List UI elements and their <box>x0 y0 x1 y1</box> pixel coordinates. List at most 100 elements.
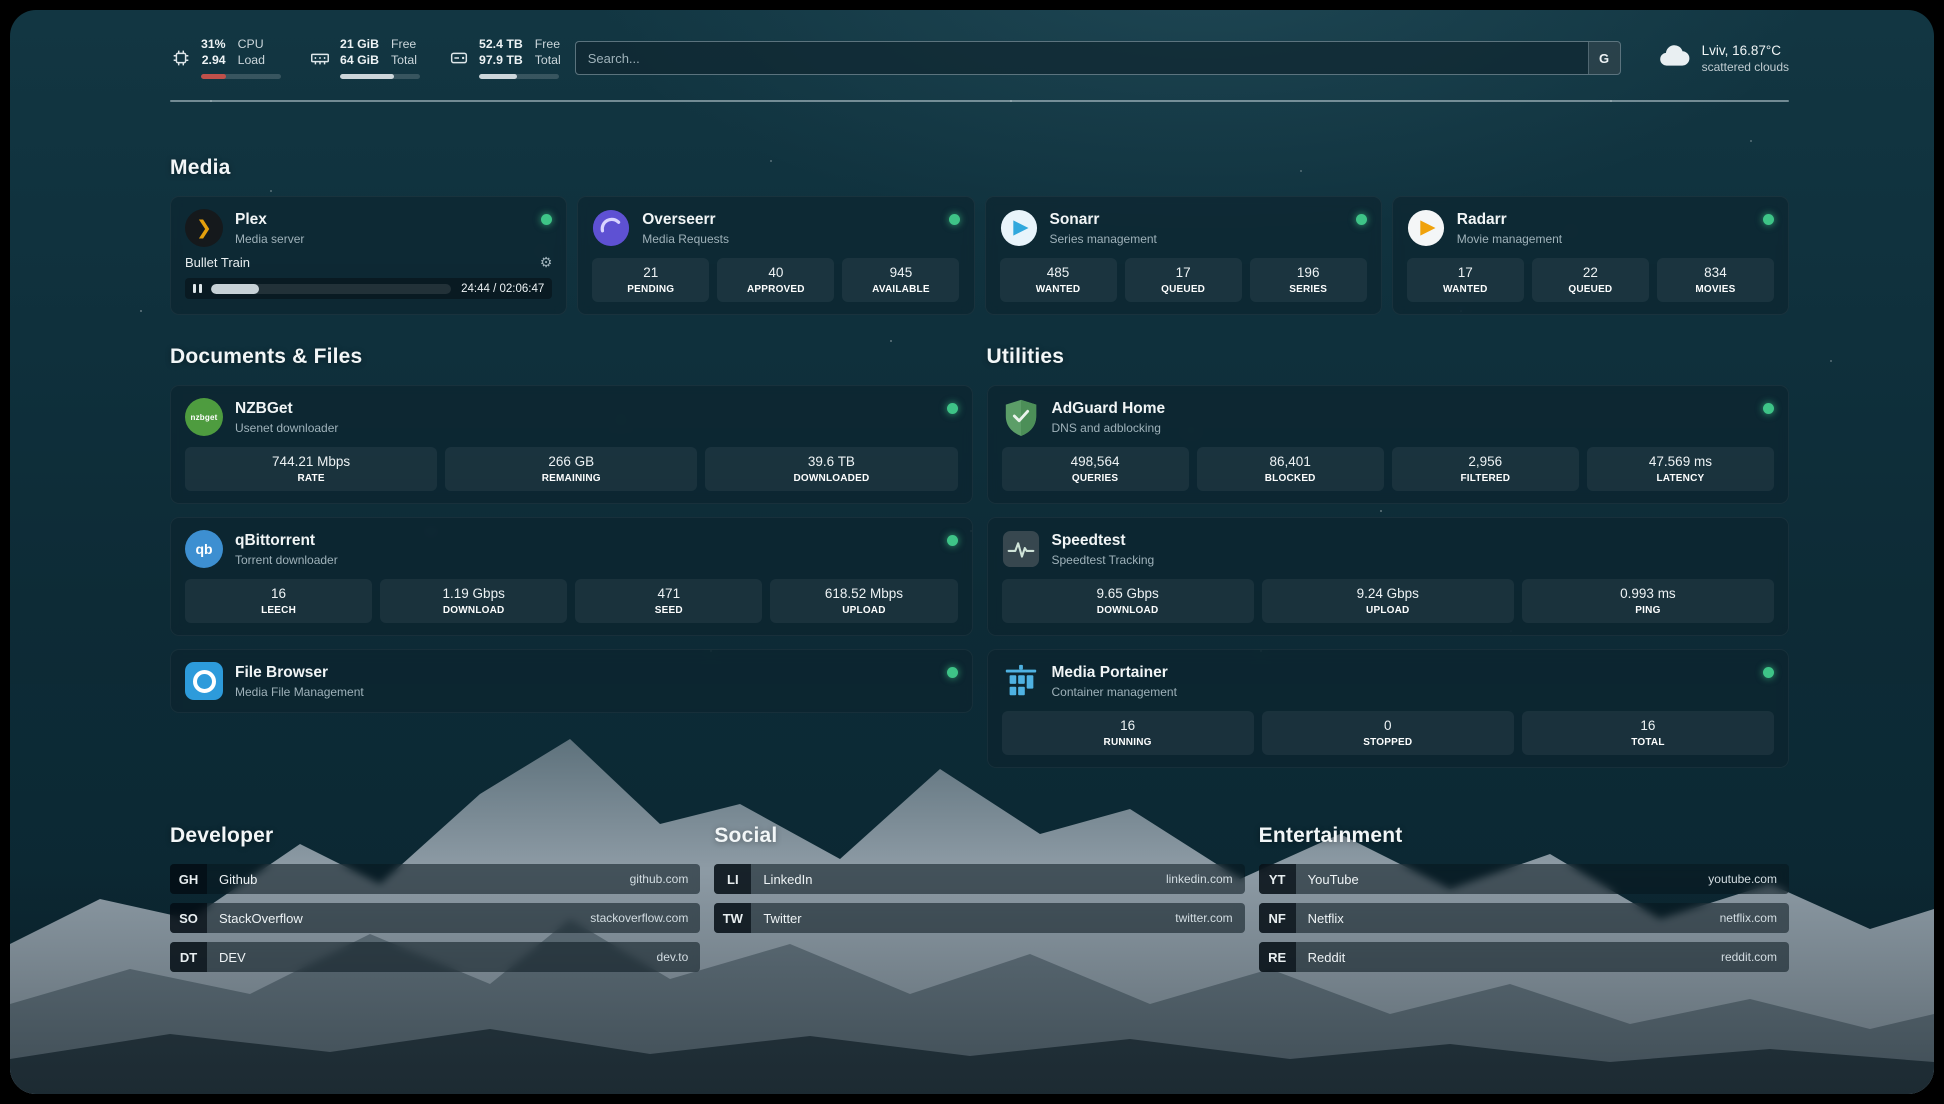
weather-condition: scattered clouds <box>1702 60 1789 74</box>
app-subtitle: Media server <box>235 232 304 246</box>
disk-icon <box>448 47 470 69</box>
bookmark-badge: GH <box>170 864 207 894</box>
stat-label: LATENCY <box>1593 473 1768 484</box>
status-dot <box>947 535 958 546</box>
stat-queued: 17 QUEUED <box>1125 258 1242 302</box>
stat-filtered: 2,956 FILTERED <box>1392 447 1579 491</box>
stat-label: LEECH <box>191 605 366 616</box>
bookmark-twitter[interactable]: TW Twitter twitter.com <box>714 903 1244 933</box>
app-title: Overseerr <box>642 211 729 229</box>
bookmark-badge: YT <box>1259 864 1296 894</box>
bookmark-name: YouTube <box>1308 872 1359 887</box>
stat-label: TOTAL <box>1528 737 1768 748</box>
cpu-icon <box>170 47 192 69</box>
bookmark-reddit[interactable]: RE Reddit reddit.com <box>1259 942 1789 972</box>
stat-pending: 21 PENDING <box>592 258 709 302</box>
stat-wanted: 17 WANTED <box>1407 258 1524 302</box>
app-subtitle: Speedtest Tracking <box>1052 553 1155 567</box>
bookmark-name: Twitter <box>763 911 801 926</box>
app-card-overseerr[interactable]: Overseerr Media Requests 21 PENDING 40 A… <box>577 196 974 315</box>
bookmark-url: netflix.com <box>1720 911 1777 925</box>
bookmark-badge: NF <box>1259 903 1296 933</box>
playback-progress-track[interactable] <box>211 284 452 294</box>
bookmark-dev[interactable]: DT DEV dev.to <box>170 942 700 972</box>
now-playing-title: Bullet Train <box>185 255 250 270</box>
bookmark-github[interactable]: GH Github github.com <box>170 864 700 894</box>
media-row: ❯ Plex Media server Bullet Train ⚙ <box>170 196 1789 315</box>
app-card-adguard[interactable]: AdGuard Home DNS and adblocking 498,564 … <box>987 385 1790 504</box>
disk-progress-bar <box>479 74 559 79</box>
sonarr-icon <box>1000 209 1038 247</box>
app-card-portainer[interactable]: Media Portainer Container management 16 … <box>987 649 1790 768</box>
stat-label: UPLOAD <box>776 605 951 616</box>
app-card-filebrowser[interactable]: File Browser Media File Management <box>170 649 973 713</box>
stat-value: 0.993 ms <box>1528 586 1768 601</box>
bookmark-url: dev.to <box>657 950 689 964</box>
app-card-nzbget[interactable]: nzbget NZBGet Usenet downloader 744.21 M… <box>170 385 973 504</box>
app-card-radarr[interactable]: Radarr Movie management 17 WANTED 22 QUE… <box>1392 196 1789 315</box>
bookmark-netflix[interactable]: NF Netflix netflix.com <box>1259 903 1789 933</box>
stat-rate: 744.21 Mbps RATE <box>185 447 437 491</box>
stat-ping: 0.993 ms PING <box>1522 579 1774 623</box>
bookmark-badge: RE <box>1259 942 1296 972</box>
app-subtitle: Container management <box>1052 685 1177 699</box>
search-engine-button[interactable]: G <box>1588 42 1620 74</box>
plex-player: 24:44 / 02:06:47 <box>185 278 552 299</box>
bookmark-url: linkedin.com <box>1166 872 1233 886</box>
stat-value: 22 <box>1538 265 1643 280</box>
bookmark-stackoverflow[interactable]: SO StackOverflow stackoverflow.com <box>170 903 700 933</box>
cpu-readout: 31% 2.94 CPU Load <box>201 37 281 79</box>
nzbget-icon: nzbget <box>185 398 223 436</box>
stat-queries: 498,564 QUERIES <box>1002 447 1189 491</box>
stat-value: 485 <box>1006 265 1111 280</box>
stat-value: 498,564 <box>1008 454 1183 469</box>
stat-queued: 22 QUEUED <box>1532 258 1649 302</box>
entertainment-bookmarks: Entertainment YT YouTube youtube.com NF … <box>1259 824 1789 981</box>
app-card-plex[interactable]: ❯ Plex Media server Bullet Train ⚙ <box>170 196 567 315</box>
stat-label: WANTED <box>1413 284 1518 295</box>
cpu-load: 2.94 <box>202 53 226 69</box>
app-title: qBittorrent <box>235 532 338 550</box>
stat-label: SERIES <box>1256 284 1361 295</box>
app-subtitle: Series management <box>1050 232 1157 246</box>
stat-value: 9.24 Gbps <box>1268 586 1508 601</box>
documents-column: Documents & Files nzbget NZBGet Usenet d… <box>170 345 973 768</box>
stat-label: DOWNLOADED <box>711 473 951 484</box>
stat-label: RUNNING <box>1008 737 1248 748</box>
cpu-progress-bar <box>201 74 281 79</box>
stat-value: 744.21 Mbps <box>191 454 431 469</box>
stat-label: AVAILABLE <box>848 284 953 295</box>
stat-label: DOWNLOAD <box>386 605 561 616</box>
stat-value: 834 <box>1663 265 1768 280</box>
stat-approved: 40 APPROVED <box>717 258 834 302</box>
stat-label: FILTERED <box>1398 473 1573 484</box>
bookmark-name: LinkedIn <box>763 872 812 887</box>
app-card-qbittorrent[interactable]: qb qBittorrent Torrent downloader 16 LEE… <box>170 517 973 636</box>
app-subtitle: Usenet downloader <box>235 421 338 435</box>
bookmark-linkedin[interactable]: LI LinkedIn linkedin.com <box>714 864 1244 894</box>
stat-label: STOPPED <box>1268 737 1508 748</box>
utilities-column: Utilities AdGuard Home DNS and <box>987 345 1790 768</box>
disk-total: 97.9 TB <box>479 53 523 69</box>
bookmark-name: StackOverflow <box>219 911 303 926</box>
app-card-sonarr[interactable]: Sonarr Series management 485 WANTED 17 Q… <box>985 196 1382 315</box>
app-title: File Browser <box>235 664 364 682</box>
snow-particles <box>10 10 12 12</box>
bookmark-badge: LI <box>714 864 751 894</box>
search-input[interactable] <box>576 42 1588 74</box>
cpu-label: CPU <box>238 37 264 53</box>
settings-icon[interactable]: ⚙ <box>540 254 553 271</box>
app-title: Radarr <box>1457 211 1562 229</box>
cpu-percent: 31% <box>201 37 226 53</box>
app-title: Sonarr <box>1050 211 1157 229</box>
radarr-icon <box>1407 209 1445 247</box>
bookmark-youtube[interactable]: YT YouTube youtube.com <box>1259 864 1789 894</box>
stat-value: 16 <box>1008 718 1248 733</box>
app-card-speedtest[interactable]: Speedtest Speedtest Tracking 9.65 Gbps D… <box>987 517 1790 636</box>
ram-progress-bar <box>340 74 420 79</box>
bookmark-url: github.com <box>630 872 689 886</box>
ram-icon <box>309 47 331 69</box>
stat-downloaded: 39.6 TB DOWNLOADED <box>705 447 957 491</box>
stat-value: 86,401 <box>1203 454 1378 469</box>
pause-icon[interactable] <box>193 284 202 293</box>
